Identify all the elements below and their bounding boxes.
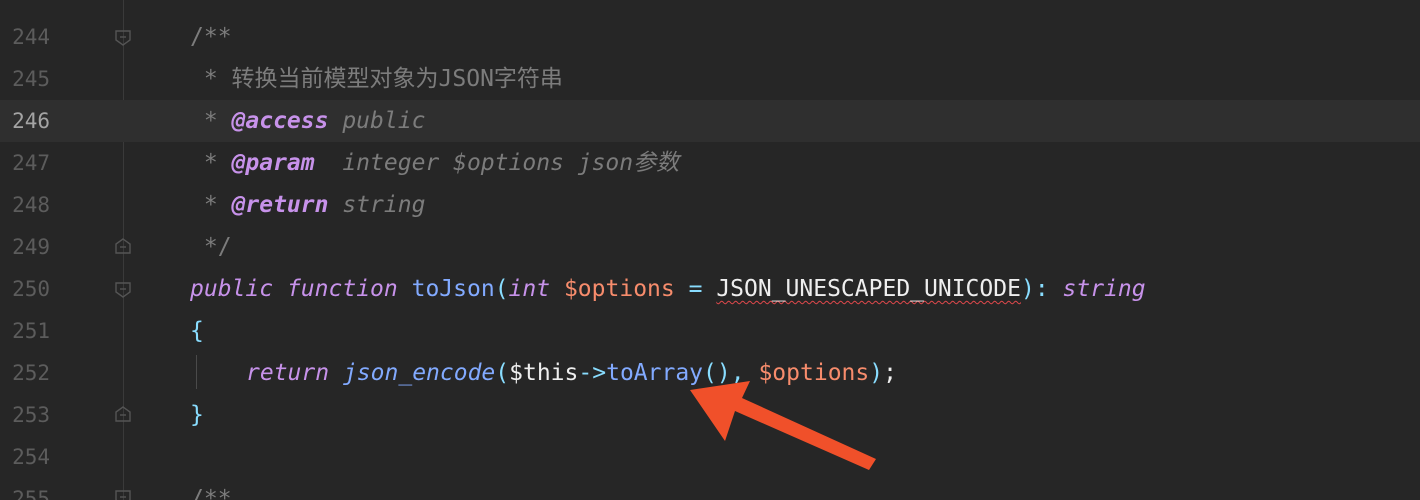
annotation-arrow-icon bbox=[690, 381, 876, 470]
code-editor[interactable]: 243 244 /** 245 * 转换当前模型对象为JSON字符串 246 *… bbox=[0, 0, 1420, 500]
